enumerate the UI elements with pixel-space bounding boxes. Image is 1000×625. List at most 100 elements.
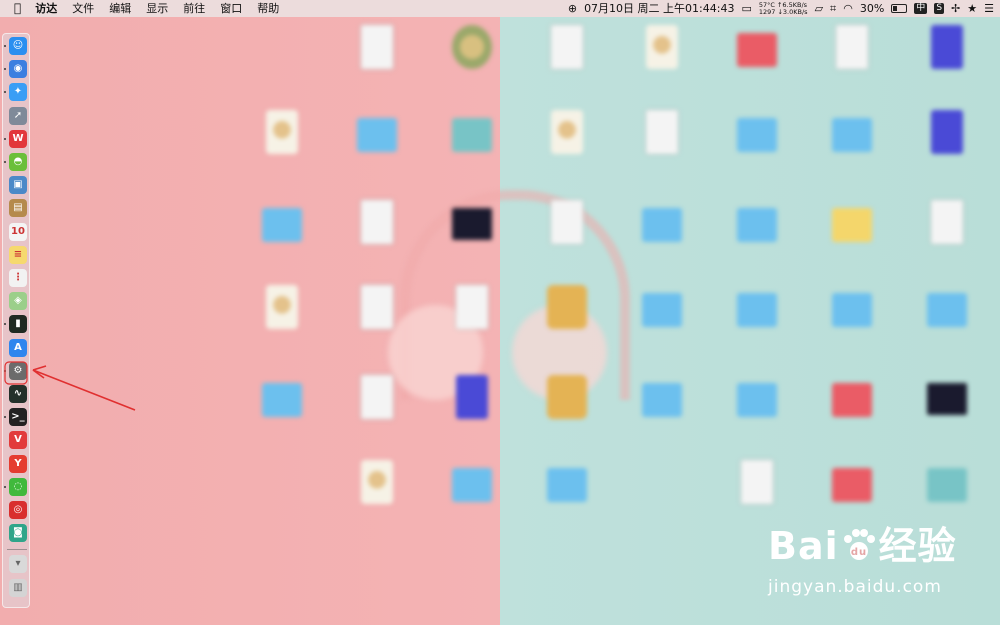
desktop-icon-dark[interactable] xyxy=(430,200,514,272)
desktop-icon-folder[interactable] xyxy=(810,110,894,182)
desktop-icon-doc[interactable] xyxy=(905,200,989,272)
bluetooth-grid-icon[interactable]: ⌗ xyxy=(830,0,836,17)
desktop-icon-doc[interactable] xyxy=(620,110,704,182)
desktop-icon-doc[interactable] xyxy=(335,25,419,97)
downloads-stack-icon[interactable]: ▾ xyxy=(9,555,27,574)
folder-r-icon xyxy=(832,383,872,417)
desktop-icon-pkg[interactable] xyxy=(335,460,419,532)
desktop-icon-folder[interactable] xyxy=(905,285,989,357)
desktop-icon-teal[interactable] xyxy=(430,110,514,182)
launchpad-icon[interactable]: ➚ xyxy=(9,106,27,125)
globe-icon[interactable]: ⊕ xyxy=(568,0,577,17)
terminal-icon[interactable]: >_ xyxy=(9,408,27,427)
desktop-icon-folder[interactable] xyxy=(620,200,704,272)
desktop-icon-folder[interactable] xyxy=(620,375,704,447)
reminders-icon[interactable]: ⋮ xyxy=(9,269,27,287)
desktop-icon-folder-r[interactable] xyxy=(715,25,799,97)
desktop-icon-doc[interactable] xyxy=(525,25,609,97)
desktop-icon-pkg[interactable] xyxy=(240,285,324,357)
menu-bar:  访达 文件 编辑 显示 前往 窗口 帮助 ⊕ 07月10日 周二 上午01:… xyxy=(0,0,1000,17)
menu-view[interactable]: 显示 xyxy=(146,0,168,17)
yandex-browser-icon[interactable]: Y xyxy=(9,454,27,473)
desktop-icon-dark[interactable] xyxy=(905,375,989,447)
notes-icon[interactable]: ≡ xyxy=(9,245,27,264)
desktop-icon-folder-y[interactable] xyxy=(810,200,894,272)
desktop-icon-doc[interactable] xyxy=(810,25,894,97)
desktop-icon-pkg[interactable] xyxy=(525,110,609,182)
airplay-icon[interactable]: ▱ xyxy=(815,0,823,17)
maps-icon[interactable]: ◈ xyxy=(9,292,27,311)
desktop-icon-vid[interactable] xyxy=(905,25,989,97)
desktop-icon-pkg[interactable] xyxy=(620,25,704,97)
menu-go[interactable]: 前往 xyxy=(183,0,205,17)
desktop-icon-folder[interactable] xyxy=(810,285,894,357)
app-store-icon[interactable]: A xyxy=(9,338,27,357)
input-method-icon[interactable]: 中 xyxy=(914,3,928,14)
wps-icon[interactable]: W xyxy=(9,129,27,148)
desktop-icon-doc[interactable] xyxy=(335,200,419,272)
folder-y-icon xyxy=(832,208,872,242)
trash-icon[interactable]: ▥ xyxy=(9,578,27,597)
preview-icon[interactable]: ▣ xyxy=(9,176,27,195)
finder-icon[interactable]: ☺ xyxy=(9,37,27,55)
apple-menu-icon[interactable]:  xyxy=(14,0,21,17)
menu-file[interactable]: 文件 xyxy=(72,0,94,17)
desktop-icon-folder[interactable] xyxy=(620,285,704,357)
desktop-icon-doc[interactable] xyxy=(430,285,514,357)
safari-icon[interactable]: ✦ xyxy=(9,83,27,102)
doc-icon xyxy=(931,200,963,244)
netease-music-icon[interactable]: ◎ xyxy=(9,501,27,519)
siri-icon[interactable]: ◉ xyxy=(9,60,27,79)
doc-icon xyxy=(456,285,488,329)
calendar-icon[interactable]: 10 xyxy=(9,222,27,241)
battery-percent[interactable]: 30% xyxy=(860,0,884,17)
battery-icon[interactable] xyxy=(891,4,908,13)
desktop-icon-doc[interactable] xyxy=(525,200,609,272)
desktop-icon-folder[interactable] xyxy=(715,200,799,272)
activity-monitor-icon[interactable]: ▮ xyxy=(9,315,27,334)
desktop-icon-caption xyxy=(620,423,704,443)
desktop-icon-gold[interactable] xyxy=(525,375,609,447)
desktop-icon-folder[interactable] xyxy=(525,460,609,532)
network-icon[interactable]: ✢ xyxy=(951,0,960,17)
desktop-icon-folder-r[interactable] xyxy=(810,375,894,447)
desktop-icon-folder[interactable] xyxy=(715,285,799,357)
desktop-icon-folder[interactable] xyxy=(715,375,799,447)
notification-center-icon[interactable]: ☰ xyxy=(984,0,994,17)
desktop-icon-caption xyxy=(620,248,704,268)
menu-finder[interactable]: 访达 xyxy=(35,0,57,17)
desktop-icon-folder[interactable] xyxy=(335,110,419,182)
desktop-icon-cartoon[interactable] xyxy=(430,25,514,97)
folder-icon xyxy=(262,208,302,242)
menu-help[interactable]: 帮助 xyxy=(257,0,279,17)
system-monitor[interactable]: 57°C ↑6.5KB/s 1297 ↓3.0KB/s xyxy=(759,1,808,16)
desktop-icon-caption xyxy=(335,248,419,268)
wechat-icon[interactable]: ◌ xyxy=(9,477,27,496)
android-icon[interactable]: ◓ xyxy=(9,153,27,171)
console-icon[interactable]: ∿ xyxy=(9,385,27,403)
desktop-icon-vid[interactable] xyxy=(430,375,514,447)
desktop-icon-folder[interactable] xyxy=(715,110,799,182)
desktop-icon-folder[interactable] xyxy=(240,200,324,272)
vid-icon xyxy=(456,375,488,419)
menu-edit[interactable]: 编辑 xyxy=(109,0,131,17)
menu-window[interactable]: 窗口 xyxy=(220,0,242,17)
desktop-icon-folder[interactable] xyxy=(430,460,514,532)
screen-capture-icon[interactable]: ◙ xyxy=(9,524,27,543)
display-icon[interactable]: ▭ xyxy=(741,0,751,17)
doc-icon xyxy=(836,25,868,69)
desktop-icon-gold[interactable] xyxy=(525,285,609,357)
desktop-icon-vid[interactable] xyxy=(905,110,989,182)
clock-datetime[interactable]: 07月10日 周二 上午01:44:43 xyxy=(584,0,734,17)
dock: ☺ ◉ ✦ ➚ W ◓ ▣ ▤ 10 ≡ ⋮ ◈ ▮ A ⚙ ∿ >_ V Y ◌ ◎ ◙ ▾ ▥ xyxy=(2,33,30,608)
desktop-icon-doc[interactable] xyxy=(335,285,419,357)
star-icon[interactable]: ★ xyxy=(967,0,977,17)
wifi-icon[interactable]: ◠ xyxy=(843,0,853,17)
desktop-icon-doc[interactable] xyxy=(335,375,419,447)
desktop-icon-folder[interactable] xyxy=(240,375,324,447)
vivaldi-icon[interactable]: V xyxy=(9,431,27,450)
notebook-icon[interactable]: ▤ xyxy=(9,199,27,218)
desktop-icon-pkg[interactable] xyxy=(240,110,324,182)
system-preferences-icon[interactable]: ⚙ xyxy=(9,361,27,380)
sogou-icon[interactable]: S xyxy=(934,3,945,14)
